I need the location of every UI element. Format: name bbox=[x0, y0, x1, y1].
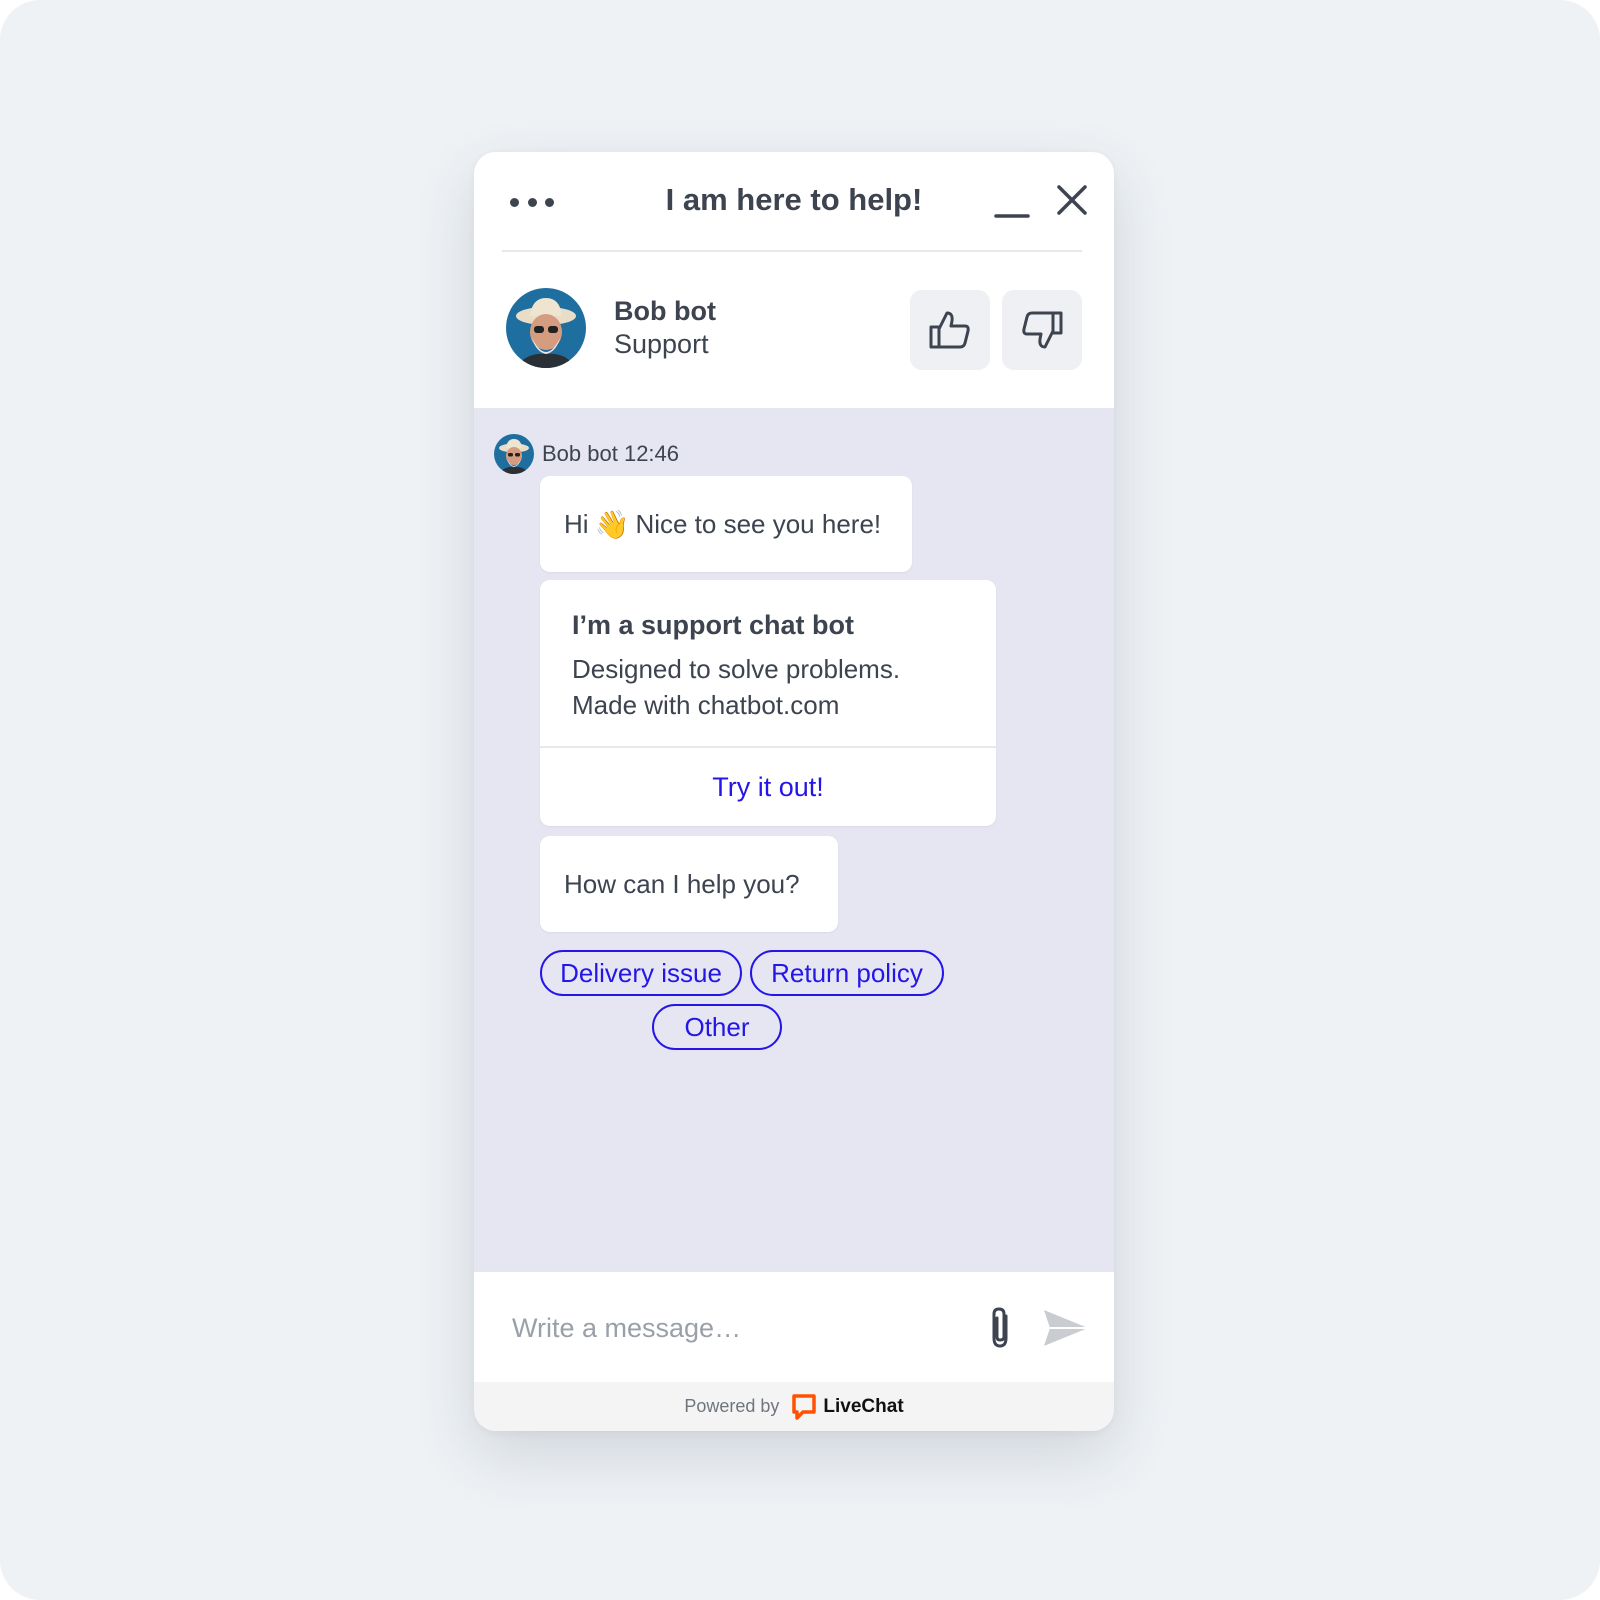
agent-avatar-small bbox=[494, 434, 534, 474]
livechat-logo-icon bbox=[792, 1393, 817, 1420]
message-bubble-greeting: Hi 👋 Nice to see you here! bbox=[540, 476, 912, 572]
message-input[interactable] bbox=[512, 1300, 952, 1356]
send-icon[interactable] bbox=[1042, 1306, 1090, 1350]
widget-header: I am here to help! bbox=[474, 152, 1114, 252]
dot bbox=[545, 197, 554, 207]
agent-avatar bbox=[506, 288, 586, 368]
waving-hand-icon: 👋 bbox=[594, 508, 630, 540]
dot bbox=[527, 197, 537, 207]
sender-and-time: Bob bot 12:46 bbox=[542, 441, 680, 466]
rate-bad-button[interactable] bbox=[1002, 290, 1082, 370]
try-it-out-button[interactable]: Try it out! bbox=[540, 748, 996, 826]
message-meta: Bob bot 12:46 bbox=[494, 434, 679, 474]
agent-role: Support bbox=[614, 329, 709, 359]
card-description: Designed to solve problems. bbox=[572, 654, 901, 684]
brand-name: LiveChat bbox=[823, 1395, 904, 1417]
greeting-text-start: Hi bbox=[564, 508, 589, 539]
thumbs-down-icon bbox=[1022, 311, 1063, 349]
powered-by-text: Powered by bbox=[684, 1396, 780, 1416]
greeting-text-end: Nice to see you here! bbox=[635, 508, 882, 539]
card-title: I’m a support chat bot bbox=[572, 610, 855, 640]
quick-reply-delivery-issue[interactable]: Delivery issue bbox=[540, 950, 742, 996]
card-description: Made with chatbot.com bbox=[572, 690, 840, 720]
rate-good-button[interactable] bbox=[910, 290, 990, 370]
dot bbox=[510, 197, 519, 207]
agent-name: Bob bot bbox=[614, 296, 716, 326]
quick-reply-other[interactable]: Other bbox=[652, 1004, 782, 1050]
chat-widget: I am here to help! Bob bot Support Bob b… bbox=[474, 152, 1114, 1431]
paperclip-icon[interactable] bbox=[984, 1304, 1016, 1352]
quick-reply-return-policy[interactable]: Return policy bbox=[750, 950, 944, 996]
close-icon[interactable] bbox=[1054, 182, 1090, 218]
thumbs-up-icon bbox=[929, 311, 970, 349]
message-list[interactable]: Bob bot 12:46 Hi 👋 Nice to see you here!… bbox=[474, 408, 1114, 1272]
message-bubble-question: How can I help you? bbox=[540, 836, 838, 932]
livechat-brand-link[interactable]: LiveChat bbox=[791, 1393, 904, 1421]
widget-footer: Powered by LiveChat bbox=[474, 1382, 1114, 1431]
more-options-icon[interactable] bbox=[510, 192, 554, 212]
minimize-icon[interactable] bbox=[994, 192, 1030, 220]
message-card: I’m a support chat bot Designed to solve… bbox=[540, 580, 996, 826]
question-text: How can I help you? bbox=[564, 868, 800, 899]
message-composer bbox=[474, 1272, 1114, 1382]
